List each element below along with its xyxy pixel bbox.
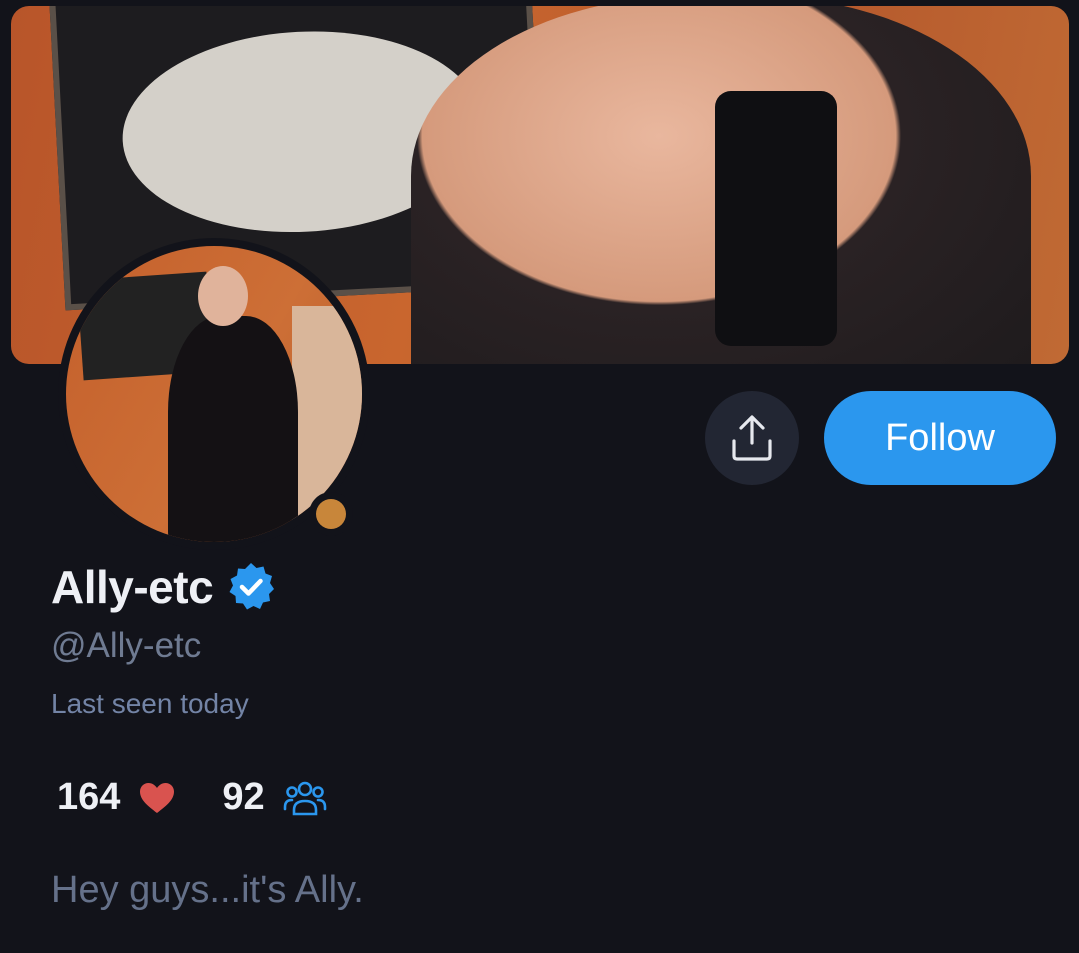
name-row: Ally-etc xyxy=(51,560,277,614)
verified-badge-icon xyxy=(229,563,275,610)
last-seen-status: Last seen today xyxy=(51,688,249,719)
display-name: Ally-etc xyxy=(51,561,214,613)
banner-phone xyxy=(715,91,837,346)
share-button[interactable] xyxy=(705,391,799,485)
share-upload-icon xyxy=(732,415,772,461)
subscribers-stat[interactable]: 92 xyxy=(222,776,326,819)
people-icon xyxy=(283,781,326,815)
profile-bio: Hey guys...it's Ally. xyxy=(51,869,364,911)
follow-button[interactable]: Follow xyxy=(824,391,1056,485)
likes-stat[interactable]: 164 xyxy=(57,776,176,819)
subscribers-count: 92 xyxy=(222,776,265,818)
likes-count: 164 xyxy=(57,776,121,818)
heart-icon xyxy=(140,782,175,813)
profile-stats: 164 92 xyxy=(57,776,373,819)
username-handle: @Ally-etc xyxy=(51,626,202,665)
online-status-indicator xyxy=(309,492,353,536)
